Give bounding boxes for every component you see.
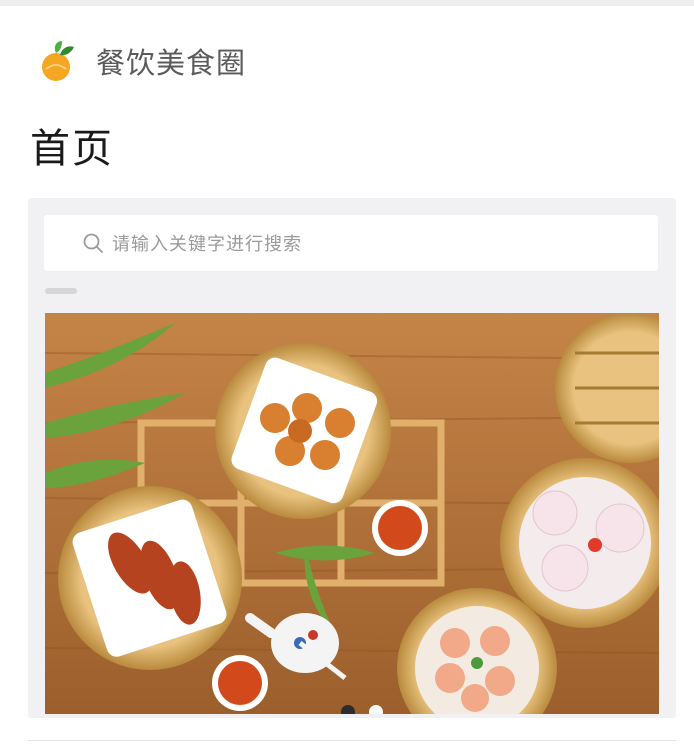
carousel-dot-2[interactable] — [369, 705, 383, 714]
search-icon — [83, 233, 103, 253]
app-logo-icon — [42, 41, 74, 81]
content-panel: 请输入关键字进行搜索 — [28, 198, 676, 718]
search-bar[interactable]: 请输入关键字进行搜索 — [44, 215, 658, 271]
food-banner-image — [45, 313, 659, 714]
bottom-divider — [28, 740, 676, 741]
app-header: 餐饮美食圈 — [36, 36, 246, 86]
carousel-dot-1[interactable] — [341, 705, 355, 714]
section-divider — [45, 288, 77, 294]
status-strip — [0, 0, 694, 6]
app-name: 餐饮美食圈 — [96, 46, 247, 80]
carousel-indicator — [341, 705, 383, 714]
page-title: 首页 — [30, 126, 114, 172]
search-input[interactable]: 请输入关键字进行搜索 — [112, 230, 302, 256]
banner-carousel[interactable] — [45, 313, 659, 714]
